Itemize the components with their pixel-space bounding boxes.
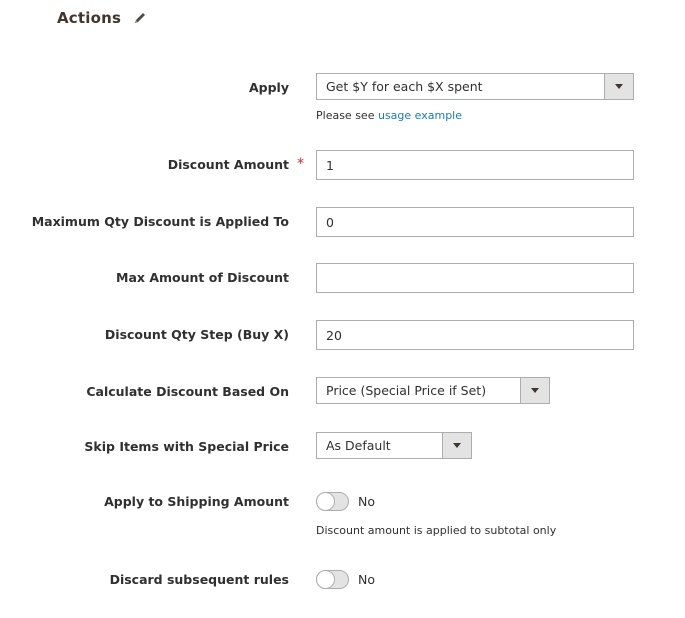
max-qty-input[interactable] [316,207,634,237]
discard-rules-state: No [358,572,375,587]
apply-select[interactable]: Get $Y for each $X spent [316,73,634,100]
apply-note: Please see usage example [316,109,462,122]
apply-shipping-note: Discount amount is applied to subtotal o… [316,524,557,537]
skip-special-select[interactable]: As Default [316,432,472,459]
max-amount-input[interactable] [316,263,634,293]
usage-example-link[interactable]: usage example [378,109,462,122]
discard-rules-toggle[interactable] [316,570,349,589]
discount-amount-label: Discount Amount [167,157,289,172]
calc-based-on-select[interactable]: Price (Special Price if Set) [316,377,550,404]
apply-select-toggle[interactable] [604,74,633,99]
max-amount-label: Max Amount of Discount [116,270,289,285]
toggle-knob [316,570,335,589]
skip-special-label: Skip Items with Special Price [84,439,289,454]
discount-amount-input[interactable] [316,150,634,180]
required-mark: * [297,156,304,172]
apply-shipping-toggle[interactable] [316,492,349,511]
pencil-icon[interactable] [133,11,147,25]
apply-select-value: Get $Y for each $X spent [326,79,483,94]
section-title: Actions [57,9,147,27]
toggle-knob [316,492,335,511]
apply-note-text: Please see [316,109,378,122]
discard-rules-label: Discard subsequent rules [109,572,289,587]
apply-shipping-label: Apply to Shipping Amount [104,494,289,509]
skip-special-value: As Default [326,438,391,453]
calc-based-on-label: Calculate Discount Based On [86,384,289,399]
chevron-down-icon [453,443,461,448]
apply-label: Apply [248,80,289,95]
qty-step-label: Discount Qty Step (Buy X) [104,327,289,342]
apply-shipping-state: No [358,494,375,509]
chevron-down-icon [531,388,539,393]
section-title-text: Actions [57,9,122,27]
calc-based-on-value: Price (Special Price if Set) [326,383,487,398]
calc-based-on-toggle[interactable] [520,378,549,403]
max-qty-label: Maximum Qty Discount is Applied To [31,214,289,229]
chevron-down-icon [615,84,623,89]
qty-step-input[interactable] [316,320,634,350]
skip-special-toggle[interactable] [442,433,471,458]
